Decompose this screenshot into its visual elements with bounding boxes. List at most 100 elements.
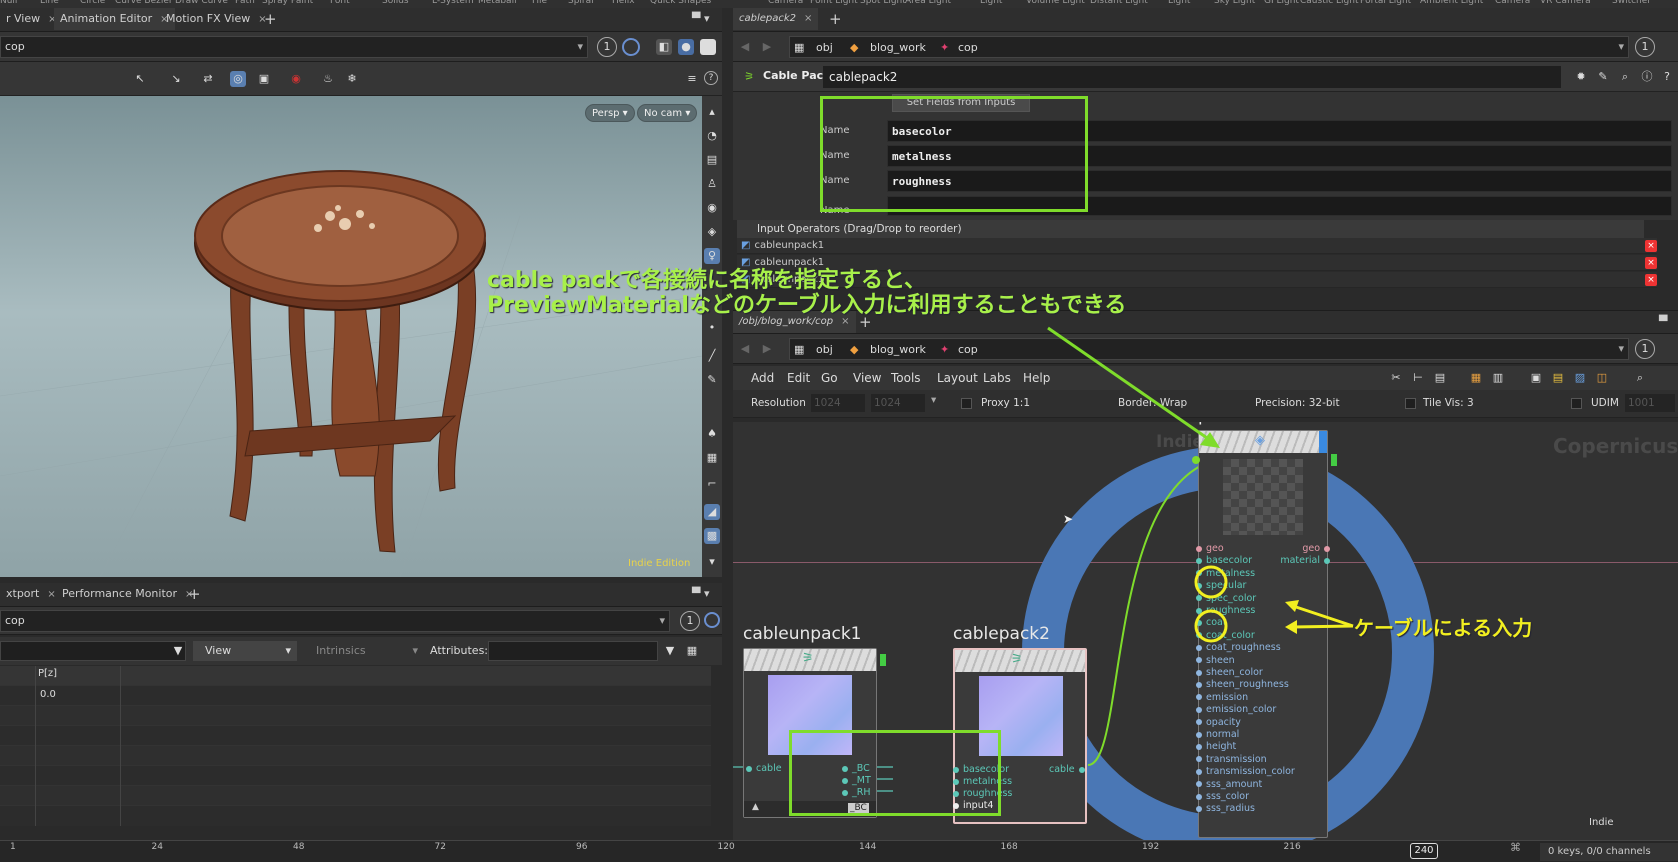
view-dropdown[interactable]: View ▾ xyxy=(193,641,297,661)
delete-icon[interactable]: × xyxy=(1645,240,1657,252)
input-port[interactable]: geo xyxy=(1196,543,1224,554)
shelf-item[interactable]: Volume Light xyxy=(1026,0,1085,6)
tree-icon[interactable]: ⊢ xyxy=(1410,370,1426,386)
menu-item-view[interactable]: View xyxy=(853,366,881,390)
point-icon[interactable]: • xyxy=(704,320,720,336)
menu-item-help[interactable]: Help xyxy=(1023,366,1050,390)
ruler-icon[interactable]: ▦ xyxy=(704,450,720,466)
chevron-down-icon[interactable]: ▾ xyxy=(577,37,583,57)
shelf-item[interactable]: L-System xyxy=(432,0,474,6)
menu-item-labs[interactable]: Labs xyxy=(983,366,1011,390)
display-flag[interactable] xyxy=(1331,454,1337,466)
shelf-item[interactable]: Helix xyxy=(612,0,635,6)
input-port[interactable]: height xyxy=(1196,741,1236,752)
material-icon[interactable]: ◉ xyxy=(704,200,720,216)
output-port[interactable]: geo xyxy=(1302,543,1330,554)
node-title[interactable]: cablepack2 xyxy=(953,624,1050,644)
breadcrumb-work[interactable]: blog_work xyxy=(870,37,926,59)
shelf-item[interactable]: Line xyxy=(40,0,59,6)
input-port[interactable]: transmission_color xyxy=(1196,766,1295,777)
arrow-down-icon[interactable]: ▾ xyxy=(704,554,720,570)
lights-icon[interactable]: ● xyxy=(678,39,694,55)
node-title[interactable]: cableunpack1 xyxy=(743,624,862,644)
input-port[interactable]: sheen xyxy=(1196,655,1235,666)
back-icon[interactable]: ◀ xyxy=(737,39,753,55)
note-icon[interactable]: ▤ xyxy=(1550,370,1566,386)
corner-icon[interactable]: ⌐ xyxy=(704,476,720,492)
breadcrumb-obj[interactable]: obj xyxy=(816,37,833,59)
timeline[interactable]: 240 ⌘ 0 keys, 0/0 channels 1 24 48 72 96 120 1… xyxy=(0,840,1678,862)
shelf-item[interactable]: Draw Curve xyxy=(175,0,228,6)
shelf-item[interactable]: Caustic Light xyxy=(1300,0,1359,6)
input-port[interactable]: opacity xyxy=(1196,717,1241,728)
previewmaterial1-node[interactable]: ◈ geo basecolor metalness specular spec_colo… xyxy=(1196,430,1330,838)
pin-badge[interactable]: 1 xyxy=(1635,339,1655,359)
image-icon[interactable]: ▣ xyxy=(1528,370,1544,386)
breadcrumb-obj[interactable]: obj xyxy=(816,339,833,361)
shelf-item[interactable]: Spiral xyxy=(568,0,594,6)
shelf-item[interactable]: Curve Bezier xyxy=(115,0,173,6)
input-port[interactable]: coat_roughness xyxy=(1196,642,1281,653)
chevron-down-icon[interactable]: ▾ xyxy=(1618,37,1624,57)
shelf-item[interactable]: Light xyxy=(1168,0,1190,6)
pin-badge[interactable]: 1 xyxy=(597,37,617,57)
breadcrumb-cop[interactable]: cop xyxy=(958,339,978,361)
output-port[interactable]: cable xyxy=(1049,764,1089,775)
filter-input[interactable] xyxy=(0,641,186,661)
pane-menu-icon[interactable]: ▀ ▾ xyxy=(686,583,715,605)
select-icon[interactable]: ↖ xyxy=(132,71,148,87)
current-frame[interactable]: 240 xyxy=(1410,843,1438,859)
column-header[interactable]: P[z] xyxy=(38,668,57,679)
list-icon[interactable]: ▤ xyxy=(1432,370,1448,386)
bypass-flag[interactable] xyxy=(1319,431,1327,453)
input-port[interactable]: cable xyxy=(746,763,782,774)
path-input[interactable]: cop ▾ xyxy=(0,610,670,632)
back-icon[interactable]: ◀ xyxy=(737,341,753,357)
snap-icon[interactable]: ◎ xyxy=(230,71,246,87)
shelf-item[interactable]: Sky Light xyxy=(1214,0,1255,6)
output-port[interactable]: material xyxy=(1280,555,1330,566)
display-flag[interactable] xyxy=(880,654,886,666)
scene-viewport[interactable]: Persp ▾ No cam ▾ Indie Edition xyxy=(0,96,702,577)
paint-icon[interactable]: ✎ xyxy=(704,372,720,388)
brush-icon[interactable]: ╱ xyxy=(704,348,720,364)
shelf-item[interactable]: Portal Light xyxy=(1360,0,1411,6)
node-title[interactable]: previewmaterial1 xyxy=(1198,422,1347,426)
shelf-item[interactable]: Distant Light xyxy=(1090,0,1148,6)
border-label[interactable]: Border: Wrap xyxy=(1118,397,1187,409)
udim-checkbox[interactable] xyxy=(1571,398,1582,409)
link-icon[interactable] xyxy=(704,612,720,628)
close-icon[interactable]: × xyxy=(804,13,812,24)
udim-input[interactable]: 1001 xyxy=(1625,394,1675,412)
input-port[interactable]: normal xyxy=(1196,729,1239,740)
link-icon[interactable] xyxy=(622,38,640,56)
input-port[interactable]: specular xyxy=(1196,580,1246,591)
search-icon[interactable]: ⌕ xyxy=(1632,370,1648,386)
shelf-item[interactable]: Camera xyxy=(1495,0,1530,6)
node-name-input[interactable]: cablepack2 xyxy=(823,66,1561,88)
shelf-item[interactable]: Area Light xyxy=(905,0,951,6)
cube-icon[interactable]: ◧ xyxy=(656,39,672,55)
forward-icon[interactable]: ▶ xyxy=(759,39,775,55)
add-tab-icon[interactable]: + xyxy=(258,8,283,30)
shelf-item[interactable]: Ambient Light xyxy=(1420,0,1483,6)
input-port[interactable]: spec_color xyxy=(1196,593,1256,604)
delete-icon[interactable]: × xyxy=(1645,274,1657,286)
delete-icon[interactable]: × xyxy=(1645,257,1657,269)
shelf-item[interactable]: Camera xyxy=(768,0,803,6)
shelf-item[interactable]: Solids xyxy=(382,0,409,6)
precision-label[interactable]: Precision: 32-bit xyxy=(1255,397,1340,409)
forward-icon[interactable]: ▶ xyxy=(759,341,775,357)
box-icon[interactable]: ◫ xyxy=(1594,370,1610,386)
display-icon[interactable] xyxy=(700,39,716,55)
input-port[interactable]: basecolor xyxy=(1196,555,1252,566)
shelf-item[interactable]: Spot Light xyxy=(860,0,906,6)
menu-item-layout[interactable]: Layout xyxy=(937,366,978,390)
shelf-item[interactable]: Point Light xyxy=(810,0,858,6)
input-port[interactable]: sheen_color xyxy=(1196,667,1263,678)
key-icon[interactable]: ⌘ xyxy=(1510,841,1530,861)
menu-item-tools[interactable]: Tools xyxy=(891,366,921,390)
ghost-icon[interactable]: ♙ xyxy=(704,176,720,192)
shelf-item[interactable]: Null xyxy=(0,0,17,6)
chevron-down-icon[interactable]: ▾ xyxy=(931,394,936,406)
